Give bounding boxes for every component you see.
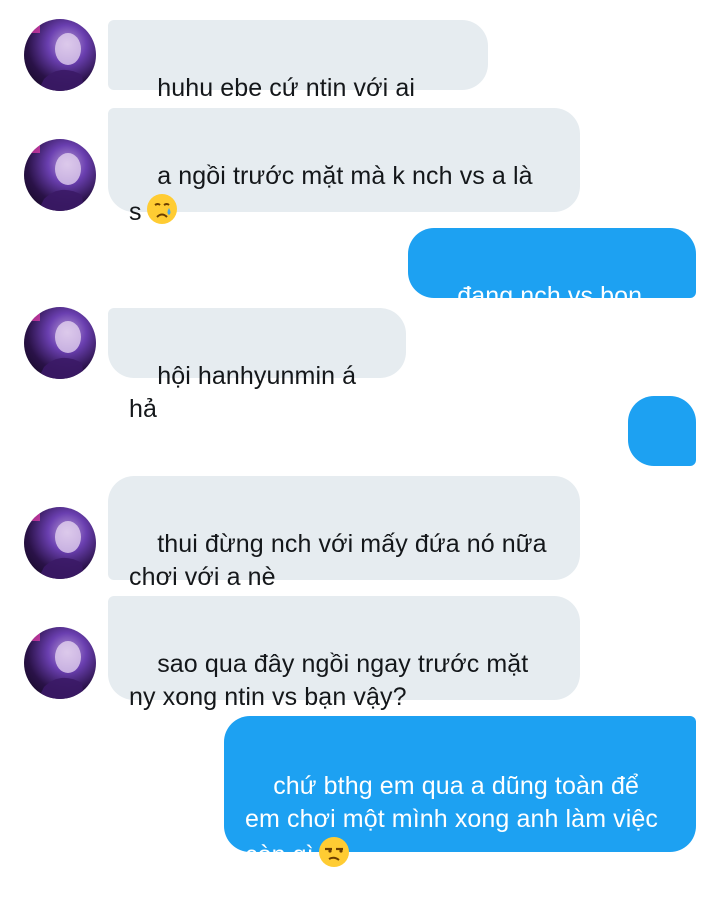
message-bubble-outgoing[interactable]: ýe (628, 396, 696, 511)
message-text: thui đừng nch với mấy đứa nó nữa chơi vớ… (129, 530, 554, 591)
contact-avatar[interactable] (24, 139, 96, 211)
message-bubble-incoming[interactable]: thui đừng nch với mấy đứa nó nữa chơi vớ… (108, 476, 580, 591)
contact-avatar[interactable] (24, 627, 96, 699)
message-text: chứ bthg em qua a dũng toàn để em chơi m… (245, 772, 666, 869)
crying-face-icon (146, 193, 178, 234)
message-bubble-incoming[interactable]: sao qua đây ngồi ngay trước mặt ny xong … (108, 596, 580, 711)
message-bubble-outgoing[interactable]: chứ bthg em qua a dũng toàn để em chơi m… (224, 716, 696, 869)
unamused-face-icon (318, 836, 350, 877)
message-text: hội hanhyunmin á hả (129, 362, 364, 423)
message-bubble-outgoing[interactable]: đang nch vs bọn kia (408, 228, 696, 343)
message-text: a ngồi trước mặt mà k nch vs a là s (129, 162, 540, 226)
message-text: sao qua đây ngồi ngay trước mặt ny xong … (129, 650, 536, 711)
contact-avatar[interactable] (24, 507, 96, 579)
message-bubble-incoming[interactable]: huhu ebe cứ ntin với ai thế? (108, 20, 488, 135)
message-text: đang nch vs bọn kia (429, 282, 650, 343)
contact-avatar[interactable] (24, 19, 96, 91)
message-bubble-incoming[interactable]: hội hanhyunmin á hả (108, 308, 406, 423)
conversation-thread: huhu ebe cứ ntin với ai thế? a ngồi trướ… (0, 0, 720, 869)
message-text: ýe (648, 483, 675, 511)
message-bubble-incoming[interactable]: a ngồi trước mặt mà k nch vs a là s (108, 108, 580, 226)
contact-avatar[interactable] (24, 307, 96, 379)
